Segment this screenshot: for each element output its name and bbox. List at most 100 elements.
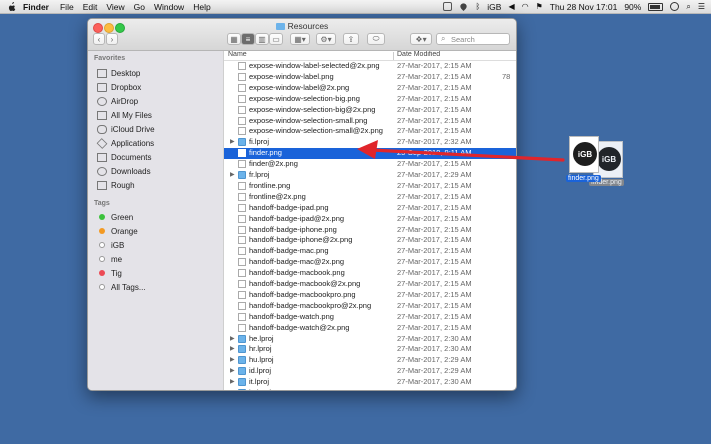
file-row[interactable]: handoff-badge-watch@2x.png 27-Mar-2017, 2… xyxy=(224,323,516,334)
file-row[interactable]: handoff-badge-mac@2x.png 27-Mar-2017, 2:1… xyxy=(224,257,516,268)
sidebar-item-documents[interactable]: Documents xyxy=(97,151,151,163)
menu-app-finder[interactable]: Finder xyxy=(23,2,49,12)
sidebar-item-label: All My Files xyxy=(111,110,152,120)
date-modified: 27-Mar-2017, 2:15 AM xyxy=(397,322,472,332)
file-row[interactable]: handoff-badge-macbook@2x.png 27-Mar-2017,… xyxy=(224,279,516,290)
file-row[interactable]: handoff-badge-watch.png 27-Mar-2017, 2:15… xyxy=(224,312,516,323)
battery-icon[interactable] xyxy=(648,2,664,11)
wifi-icon[interactable]: ◠ xyxy=(522,2,529,11)
datetime-label[interactable]: Thu 28 Nov 17:01 xyxy=(550,2,618,12)
menu-go[interactable]: Go xyxy=(134,2,145,12)
sidebar-item-desktop[interactable]: Desktop xyxy=(97,67,140,79)
file-row[interactable]: expose-window-label.png 27-Mar-2017, 2:15… xyxy=(224,72,516,83)
column-date-header[interactable]: Date Modified xyxy=(397,51,440,58)
file-row[interactable]: handoff-badge-macbook.png 27-Mar-2017, 2:… xyxy=(224,268,516,279)
sidebar-item-airdrop[interactable]: AirDrop xyxy=(97,95,138,107)
volume-icon[interactable]: ◀ xyxy=(508,2,514,11)
back-button[interactable]: ‹ xyxy=(93,33,105,45)
dropbox-button[interactable]: ❖▾ xyxy=(410,33,432,45)
icon-view-button[interactable]: ▦ xyxy=(227,33,241,45)
tags-button[interactable]: ⬭ xyxy=(367,33,385,45)
menu-file[interactable]: File xyxy=(60,2,74,12)
battery-percent[interactable]: 90% xyxy=(624,2,641,12)
file-row[interactable]: finder.png 25-Sep-2019, 9:11 AM xyxy=(224,148,516,160)
folder-icon xyxy=(238,367,246,376)
file-list: Name Date Modified expose-window-label-s… xyxy=(224,51,516,390)
sidebar-item-rough[interactable]: Rough xyxy=(97,179,135,191)
arrange-button[interactable]: ▦▾ xyxy=(290,33,310,45)
disclosure-triangle-icon[interactable]: ▶ xyxy=(230,378,235,385)
folder-row[interactable]: ▶ id.lproj 27-Mar-2017, 2:29 AM xyxy=(224,366,516,377)
file-row[interactable]: frontline.png 27-Mar-2017, 2:15 AM xyxy=(224,181,516,192)
sidebar-tag-all-tags[interactable]: All Tags... xyxy=(97,281,146,293)
disclosure-triangle-icon[interactable]: ▶ xyxy=(230,138,235,145)
tag-color-dot xyxy=(99,270,105,276)
sidebar-item-applications[interactable]: Applications xyxy=(96,137,154,149)
file-row[interactable]: expose-window-selection-small.png 27-Mar-… xyxy=(224,116,516,127)
file-row[interactable]: expose-window-selection-big@2x.png 27-Mar… xyxy=(224,105,516,116)
file-row[interactable]: expose-window-selection-small@2x.png 27-M… xyxy=(224,126,516,137)
file-row[interactable]: expose-window-selection-big.png 27-Mar-20… xyxy=(224,94,516,105)
disclosure-triangle-icon[interactable]: ▶ xyxy=(230,389,235,390)
disclosure-triangle-icon[interactable]: ▶ xyxy=(230,345,235,352)
menu-edit[interactable]: Edit xyxy=(83,2,98,12)
dragged-file-icon[interactable]: iGB finder.png xyxy=(565,136,603,184)
list-view-button[interactable]: ≡ xyxy=(241,33,255,45)
file-row[interactable]: handoff-badge-ipad.png 27-Mar-2017, 2:15 … xyxy=(224,203,516,214)
column-name-header[interactable]: Name xyxy=(228,51,247,58)
share-button[interactable]: ⇪ xyxy=(343,33,359,45)
sidebar-item-icloud-drive[interactable]: iCloud Drive xyxy=(97,123,155,135)
user-icon[interactable] xyxy=(670,2,680,11)
date-modified: 25-Sep-2019, 9:11 AM xyxy=(397,148,472,158)
forward-button[interactable]: › xyxy=(106,33,118,45)
menu-window[interactable]: Window xyxy=(154,2,184,12)
file-row[interactable]: expose-window-label@2x.png 27-Mar-2017, 2… xyxy=(224,83,516,94)
disclosure-triangle-icon[interactable]: ▶ xyxy=(230,367,235,374)
menu-help[interactable]: Help xyxy=(193,2,210,12)
search-field[interactable]: ⌕ Search xyxy=(436,33,510,45)
sidebar-tag-igb[interactable]: iGB xyxy=(97,239,124,251)
disclosure-triangle-icon[interactable]: ▶ xyxy=(230,356,235,363)
column-separator[interactable] xyxy=(393,52,394,60)
folder-row[interactable]: ▶ ja.lproj 27-Mar-2017, 2:29 AM xyxy=(224,388,516,390)
folder-row[interactable]: ▶ fi.lproj 27-Mar-2017, 2:32 AM xyxy=(224,137,516,148)
notification-center-icon[interactable]: ☰ xyxy=(698,2,705,11)
gallery-view-button[interactable]: ▭ xyxy=(269,33,283,45)
file-row[interactable]: handoff-badge-ipad@2x.png 27-Mar-2017, 2:… xyxy=(224,214,516,225)
file-row[interactable]: frontline@2x.png 27-Mar-2017, 2:15 AM xyxy=(224,192,516,203)
bluetooth-icon[interactable]: ᛒ xyxy=(475,2,480,11)
file-name: frontline@2x.png xyxy=(249,191,306,201)
sidebar-tag-me[interactable]: me xyxy=(97,253,122,265)
file-row[interactable]: handoff-badge-mac.png 27-Mar-2017, 2:15 A… xyxy=(224,246,516,257)
folder-row[interactable]: ▶ he.lproj 27-Mar-2017, 2:30 AM xyxy=(224,334,516,345)
sidebar-tag-green[interactable]: Green xyxy=(97,211,133,223)
documents-icon xyxy=(97,152,107,162)
spotlight-icon[interactable]: ⌕ xyxy=(686,2,690,12)
sidebar-item-dropbox[interactable]: Dropbox xyxy=(97,81,141,93)
disclosure-triangle-icon[interactable]: ▶ xyxy=(230,335,235,342)
disclosure-triangle-icon[interactable]: ▶ xyxy=(230,171,235,178)
file-row[interactable]: finder@2x.png 27-Mar-2017, 2:15 AM xyxy=(224,159,516,170)
folder-row[interactable]: ▶ hr.lproj 27-Mar-2017, 2:30 AM xyxy=(224,344,516,355)
status-drop-icon[interactable] xyxy=(459,2,469,11)
igb-status-label[interactable]: iGB xyxy=(487,2,501,12)
menu-view[interactable]: View xyxy=(106,2,124,12)
sidebar-item-all-my-files[interactable]: All My Files xyxy=(97,109,152,121)
action-gear-button[interactable]: ⚙▾ xyxy=(316,33,336,45)
sidebar-item-downloads[interactable]: Downloads xyxy=(97,165,151,177)
file-icon xyxy=(238,290,246,299)
sidebar-tag-tig[interactable]: Tig xyxy=(97,267,122,279)
file-row[interactable]: handoff-badge-macbookpro@2x.png 27-Mar-20… xyxy=(224,301,516,312)
folder-row[interactable]: ▶ it.lproj 27-Mar-2017, 2:30 AM xyxy=(224,377,516,388)
column-view-button[interactable]: ▥ xyxy=(255,33,269,45)
flag-icon[interactable]: ⚑ xyxy=(536,2,543,11)
file-row[interactable]: handoff-badge-iphone.png 27-Mar-2017, 2:1… xyxy=(224,225,516,236)
apple-menu-icon[interactable] xyxy=(7,1,17,12)
file-row[interactable]: expose-window-label-selected@2x.png 27-Ma… xyxy=(224,61,516,72)
folder-row[interactable]: ▶ fr.lproj 27-Mar-2017, 2:29 AM xyxy=(224,170,516,181)
dropbox-status-icon[interactable] xyxy=(443,2,453,11)
sidebar-tag-orange[interactable]: Orange xyxy=(97,225,138,237)
file-row[interactable]: handoff-badge-macbookpro.png 27-Mar-2017,… xyxy=(224,290,516,301)
folder-row[interactable]: ▶ hu.lproj 27-Mar-2017, 2:29 AM xyxy=(224,355,516,366)
file-row[interactable]: handoff-badge-iphone@2x.png 27-Mar-2017, … xyxy=(224,235,516,246)
